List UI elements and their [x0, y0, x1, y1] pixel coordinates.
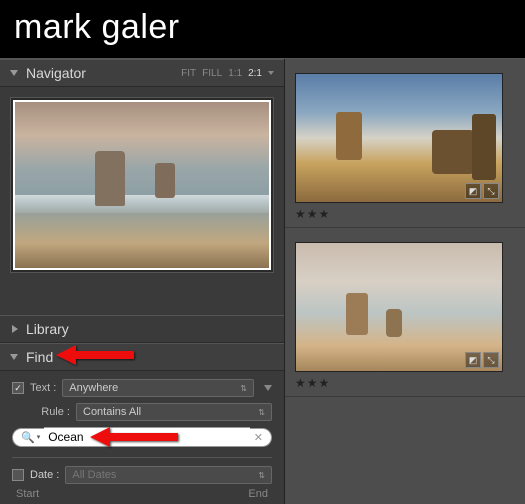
text-scope-combo[interactable]: Anywhere ⇅: [62, 379, 254, 397]
filter-menu-icon[interactable]: [264, 385, 272, 391]
navigator-header[interactable]: Navigator FIT FILL 1:1 2:1: [0, 59, 284, 87]
crop-badge-icon[interactable]: ⤡: [483, 352, 499, 368]
grid-cell[interactable]: ◩ ⤡ ★★★: [285, 59, 525, 228]
left-panel: Navigator FIT FILL 1:1 2:1 Library: [0, 59, 285, 504]
zoom-2-1[interactable]: 2:1: [248, 68, 262, 79]
find-panel-body: ✓ Text : Anywhere ⇅ Rule : Contains All …: [0, 371, 284, 504]
zoom-fill[interactable]: FILL: [202, 68, 222, 79]
zoom-dropdown-icon[interactable]: [268, 71, 274, 75]
text-label: Text :: [30, 382, 56, 394]
thumbnail-image[interactable]: ◩ ⤡: [295, 242, 503, 372]
find-title: Find: [26, 349, 274, 365]
library-header[interactable]: Library: [0, 315, 284, 343]
chevron-down-icon: ▾: [37, 433, 41, 441]
expand-icon: [12, 325, 18, 333]
navigator-title: Navigator: [26, 65, 181, 81]
chevron-updown-icon: ⇅: [258, 408, 265, 417]
main-layout: Navigator FIT FILL 1:1 2:1 Library: [0, 58, 525, 504]
metadata-badge-icon[interactable]: ◩: [465, 352, 481, 368]
end-label[interactable]: End: [248, 488, 268, 500]
date-range-row: Start End: [12, 484, 272, 500]
text-scope-value: Anywhere: [69, 382, 118, 394]
brand-title: mark galer: [0, 0, 525, 58]
date-value: All Dates: [72, 469, 116, 481]
search-row: 🔍 ▾ ✕: [12, 427, 272, 447]
navigator-zoom-modes[interactable]: FIT FILL 1:1 2:1: [181, 68, 274, 79]
date-row: ✓ Date : All Dates ⇅: [12, 457, 272, 484]
search-scope-button[interactable]: 🔍 ▾: [12, 428, 44, 447]
date-checkbox[interactable]: ✓: [12, 469, 24, 481]
text-criteria-row: ✓ Text : Anywhere ⇅: [12, 379, 272, 397]
find-header[interactable]: Find: [0, 343, 284, 371]
library-title: Library: [26, 321, 274, 337]
rule-value: Contains All: [83, 406, 141, 418]
date-label: Date :: [30, 469, 59, 481]
rule-label: Rule :: [12, 406, 70, 418]
crop-badge-icon[interactable]: ⤡: [483, 183, 499, 199]
date-combo[interactable]: All Dates ⇅: [65, 466, 272, 484]
grid-panel: ◩ ⤡ ★★★ ◩ ⤡ ★★★: [285, 59, 525, 504]
navigator-preview[interactable]: [10, 97, 274, 273]
thumbnail-image[interactable]: ◩ ⤡: [295, 73, 503, 203]
search-input[interactable]: [44, 427, 250, 447]
metadata-badge-icon[interactable]: ◩: [465, 183, 481, 199]
chevron-updown-icon: ⇅: [240, 384, 247, 393]
clear-search-button[interactable]: ✕: [250, 428, 272, 447]
chevron-updown-icon: ⇅: [258, 471, 265, 480]
rating-stars[interactable]: ★★★: [295, 376, 515, 390]
text-checkbox[interactable]: ✓: [12, 382, 24, 394]
rule-row: Rule : Contains All ⇅: [12, 403, 272, 421]
collapse-icon: [10, 354, 18, 360]
zoom-fit[interactable]: FIT: [181, 68, 196, 79]
grid-cell[interactable]: ◩ ⤡ ★★★: [285, 228, 525, 397]
start-label[interactable]: Start: [16, 488, 39, 500]
navigator-image: [13, 100, 271, 270]
rating-stars[interactable]: ★★★: [295, 207, 515, 221]
zoom-1-1[interactable]: 1:1: [228, 68, 242, 79]
collapse-icon: [10, 70, 18, 76]
rule-combo[interactable]: Contains All ⇅: [76, 403, 272, 421]
search-icon: 🔍: [21, 431, 35, 444]
